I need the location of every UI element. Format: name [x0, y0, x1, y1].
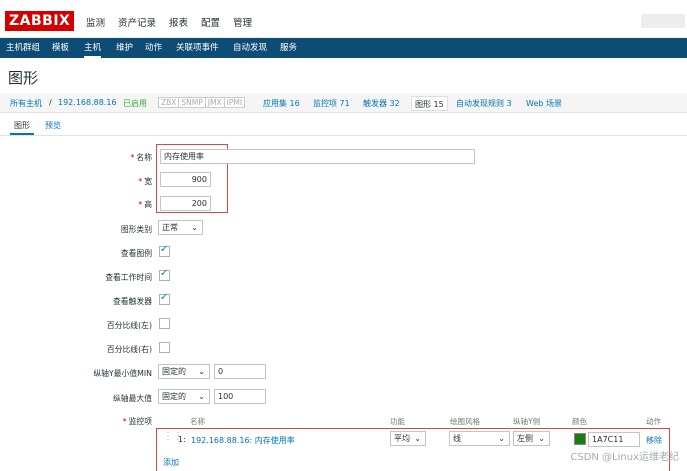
- width-label: * 宽: [138, 177, 152, 186]
- chevron-down-icon: ⌄: [191, 223, 198, 232]
- top-menu: 监测 资产记录 报表 配置 管理: [86, 15, 265, 29]
- menu-monitoring[interactable]: 监测: [86, 15, 105, 29]
- host-status: 已启用: [123, 99, 147, 108]
- chevron-down-icon: ⌄: [498, 434, 505, 443]
- color-swatch[interactable]: [574, 433, 586, 445]
- breadcrumb-items[interactable]: 监控项 71: [313, 98, 350, 109]
- col-draw-style: 绘图风格: [450, 417, 480, 426]
- breadcrumb: 所有主机 / 192.168.88.16 已启用 ZBX SNMP JMX IPMI …: [0, 93, 687, 113]
- submenu-maintenance[interactable]: 维护: [116, 38, 133, 58]
- ymax-type-select[interactable]: 固定的 ⌄: [158, 389, 210, 404]
- percentile-right-label: 百分比线(右): [106, 345, 152, 354]
- col-action: 动作: [646, 417, 661, 426]
- breadcrumb-triggers[interactable]: 触发器 32: [363, 98, 400, 109]
- chevron-down-icon: ⌄: [414, 434, 421, 443]
- show-work-period-label: 查看工作时间: [105, 273, 152, 282]
- watermark: CSDN @Linux运维老纪: [570, 452, 679, 463]
- submenu-hosts[interactable]: 主机: [84, 38, 102, 58]
- ymin-value-input[interactable]: 0: [214, 364, 266, 379]
- breadcrumb-separator: /: [49, 98, 52, 107]
- remove-item-link[interactable]: 移除: [646, 435, 662, 446]
- page-title: 图形: [8, 69, 39, 87]
- badge-ipmi: IPMI: [223, 97, 246, 108]
- badge-snmp: SNMP: [178, 97, 206, 108]
- badge-jmx: JMX: [204, 97, 225, 108]
- form-tabs: 图形 预览: [0, 117, 687, 135]
- menu-reports[interactable]: 报表: [169, 15, 188, 29]
- col-name: 名称: [190, 417, 205, 426]
- col-function: 功能: [390, 417, 405, 426]
- submenu-discovery[interactable]: 自动发现: [233, 38, 267, 58]
- ymax-value-input[interactable]: 100: [214, 389, 266, 404]
- breadcrumb-all-hosts[interactable]: 所有主机: [10, 98, 42, 109]
- submenu-templates[interactable]: 模板: [52, 38, 69, 58]
- breadcrumb-discovery-rules[interactable]: 自动发现规则 3: [456, 98, 512, 109]
- percentile-right-checkbox[interactable]: [159, 342, 170, 353]
- breadcrumb-web-scenarios[interactable]: Web 场景: [526, 98, 562, 109]
- color-input[interactable]: 1A7C11: [588, 432, 640, 447]
- search-input[interactable]: [641, 14, 685, 28]
- draw-style-select[interactable]: 线 ⌄: [449, 431, 510, 446]
- availability-badges: ZBX SNMP JMX IPMI: [158, 97, 246, 108]
- name-input[interactable]: 内存使用率: [160, 149, 475, 164]
- percentile-left-checkbox[interactable]: [159, 318, 170, 329]
- ymax-label: 纵轴最大值: [113, 394, 152, 403]
- show-triggers-label: 查看触发器: [113, 297, 152, 306]
- col-y-axis-side: 纵轴Y侧: [513, 417, 541, 426]
- menu-administration[interactable]: 管理: [233, 15, 252, 29]
- submenu-actions[interactable]: 动作: [145, 38, 162, 58]
- col-color: 颜色: [572, 417, 587, 426]
- chevron-down-icon: ⌄: [198, 392, 205, 401]
- menu-inventory[interactable]: 资产记录: [118, 15, 156, 29]
- show-legend-checkbox[interactable]: [159, 244, 170, 257]
- show-triggers-checkbox[interactable]: [159, 292, 170, 305]
- submenu-services[interactable]: 服务: [280, 38, 297, 58]
- submenu-host-groups[interactable]: 主机群组: [6, 38, 40, 58]
- ymin-type-select[interactable]: 固定的 ⌄: [158, 364, 210, 379]
- tab-graph[interactable]: 图形: [10, 120, 34, 135]
- function-select[interactable]: 平均 ⌄: [390, 431, 426, 446]
- menu-configuration[interactable]: 配置: [201, 15, 220, 29]
- submenu-correlation[interactable]: 关联项事件: [176, 38, 219, 58]
- tab-preview[interactable]: 预览: [45, 120, 61, 131]
- height-label: * 高: [138, 200, 152, 209]
- chevron-down-icon: ⌄: [538, 434, 545, 443]
- percentile-left-label: 百分比线(左): [106, 321, 152, 330]
- y-axis-side-select[interactable]: 左侧 ⌄: [513, 431, 550, 446]
- ymin-label: 纵轴Y最小值MIN: [93, 369, 152, 378]
- add-item-link[interactable]: 添加: [163, 457, 179, 468]
- items-label: * 监控项: [122, 417, 152, 426]
- show-legend-label: 查看图例: [120, 249, 152, 258]
- width-input[interactable]: 900: [160, 172, 211, 187]
- show-work-period-checkbox[interactable]: [159, 268, 170, 281]
- badge-zbx: ZBX: [158, 97, 180, 108]
- chevron-down-icon: ⌄: [198, 367, 205, 376]
- zabbix-logo[interactable]: ZABBIX: [5, 11, 75, 31]
- breadcrumb-graphs[interactable]: 图形 15: [411, 96, 448, 111]
- sub-menu: 主机群组 模板 主机 维护 动作 关联项事件 自动发现 服务: [0, 38, 687, 58]
- height-input[interactable]: 200: [160, 196, 211, 211]
- graph-type-label: 图形类别: [120, 225, 152, 234]
- breadcrumb-applications[interactable]: 应用集 16: [263, 98, 300, 109]
- graph-type-select[interactable]: 正常 ⌄: [158, 220, 203, 235]
- top-bar: ZABBIX 监测 资产记录 报表 配置 管理: [0, 0, 687, 38]
- item-index: 1:: [178, 435, 186, 444]
- breadcrumb-host[interactable]: 192.168.88.16: [58, 98, 117, 107]
- name-label: * 名称: [130, 153, 153, 162]
- item-name-link[interactable]: 192.168.88.16: 内存使用率: [191, 435, 295, 446]
